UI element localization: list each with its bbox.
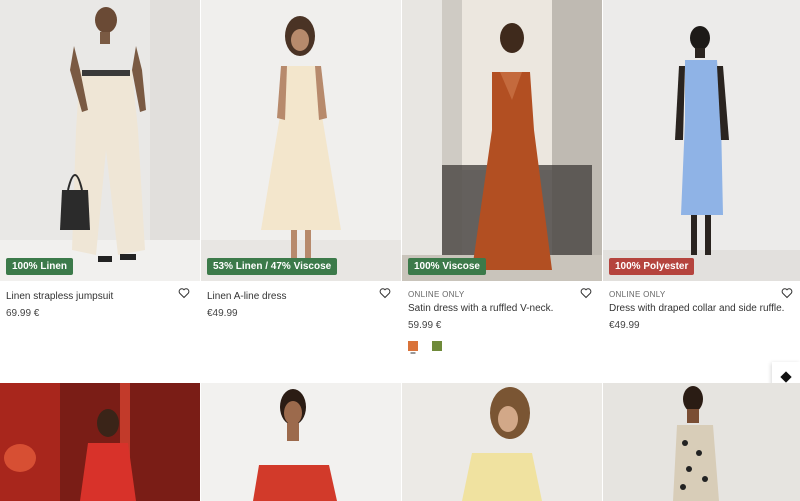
color-swatch-green[interactable] xyxy=(432,341,442,351)
diamond-icon xyxy=(780,371,792,383)
product-image[interactable] xyxy=(603,383,800,501)
product-price: 59.99 € xyxy=(408,320,442,331)
product-image[interactable] xyxy=(0,383,200,501)
product-price: €49.99 xyxy=(609,320,640,331)
heart-outline-icon[interactable] xyxy=(781,287,793,299)
product-name[interactable]: Linen A-line dress xyxy=(207,291,395,302)
material-badge: 100% Viscose xyxy=(408,258,486,275)
product-info: Linen strapless jumpsuit 69.99 € xyxy=(0,281,200,381)
product-info: Linen A-line dress €49.99 xyxy=(201,281,401,381)
product-image[interactable]: 100% Polyester xyxy=(603,0,800,281)
product-card[interactable]: 100% Linen Linen strapless jumpsuit 69.9… xyxy=(0,0,200,381)
product-image[interactable]: 53% Linen / 47% Viscose xyxy=(201,0,401,281)
product-grid: 100% Linen Linen strapless jumpsuit 69.9… xyxy=(0,0,800,381)
product-image[interactable]: 100% Linen xyxy=(0,0,200,281)
product-grid-row-2 xyxy=(0,383,800,501)
product-name[interactable]: Satin dress with a ruffled V-neck. xyxy=(408,303,596,314)
online-only-label: ONLINE ONLY xyxy=(408,290,465,299)
heart-outline-icon[interactable] xyxy=(379,287,391,299)
color-swatches xyxy=(408,341,596,351)
product-price: 69.99 € xyxy=(6,308,40,319)
color-swatch-orange[interactable] xyxy=(408,341,418,351)
heart-outline-icon[interactable] xyxy=(580,287,592,299)
product-image[interactable] xyxy=(201,383,401,501)
product-card[interactable]: 100% Polyester ONLINE ONLY Dress with dr… xyxy=(603,0,800,381)
product-info: ONLINE ONLY Dress with draped collar and… xyxy=(603,281,800,381)
online-only-label: ONLINE ONLY xyxy=(609,290,666,299)
product-name[interactable]: Linen strapless jumpsuit xyxy=(6,291,194,302)
product-info: ONLINE ONLY Satin dress with a ruffled V… xyxy=(402,281,602,381)
material-badge: 100% Linen xyxy=(6,258,74,275)
product-image[interactable] xyxy=(402,383,602,501)
product-image[interactable]: 100% Viscose xyxy=(402,0,602,281)
product-price: €49.99 xyxy=(207,308,238,319)
material-badge: 53% Linen / 47% Viscose xyxy=(207,258,338,275)
product-card[interactable]: 53% Linen / 47% Viscose Linen A-line dre… xyxy=(201,0,401,381)
product-card[interactable]: 100% Viscose ONLINE ONLY Satin dress wit… xyxy=(402,0,602,381)
heart-outline-icon[interactable] xyxy=(178,287,190,299)
product-name[interactable]: Dress with draped collar and side ruffle… xyxy=(609,303,797,314)
material-badge: 100% Polyester xyxy=(609,258,695,275)
